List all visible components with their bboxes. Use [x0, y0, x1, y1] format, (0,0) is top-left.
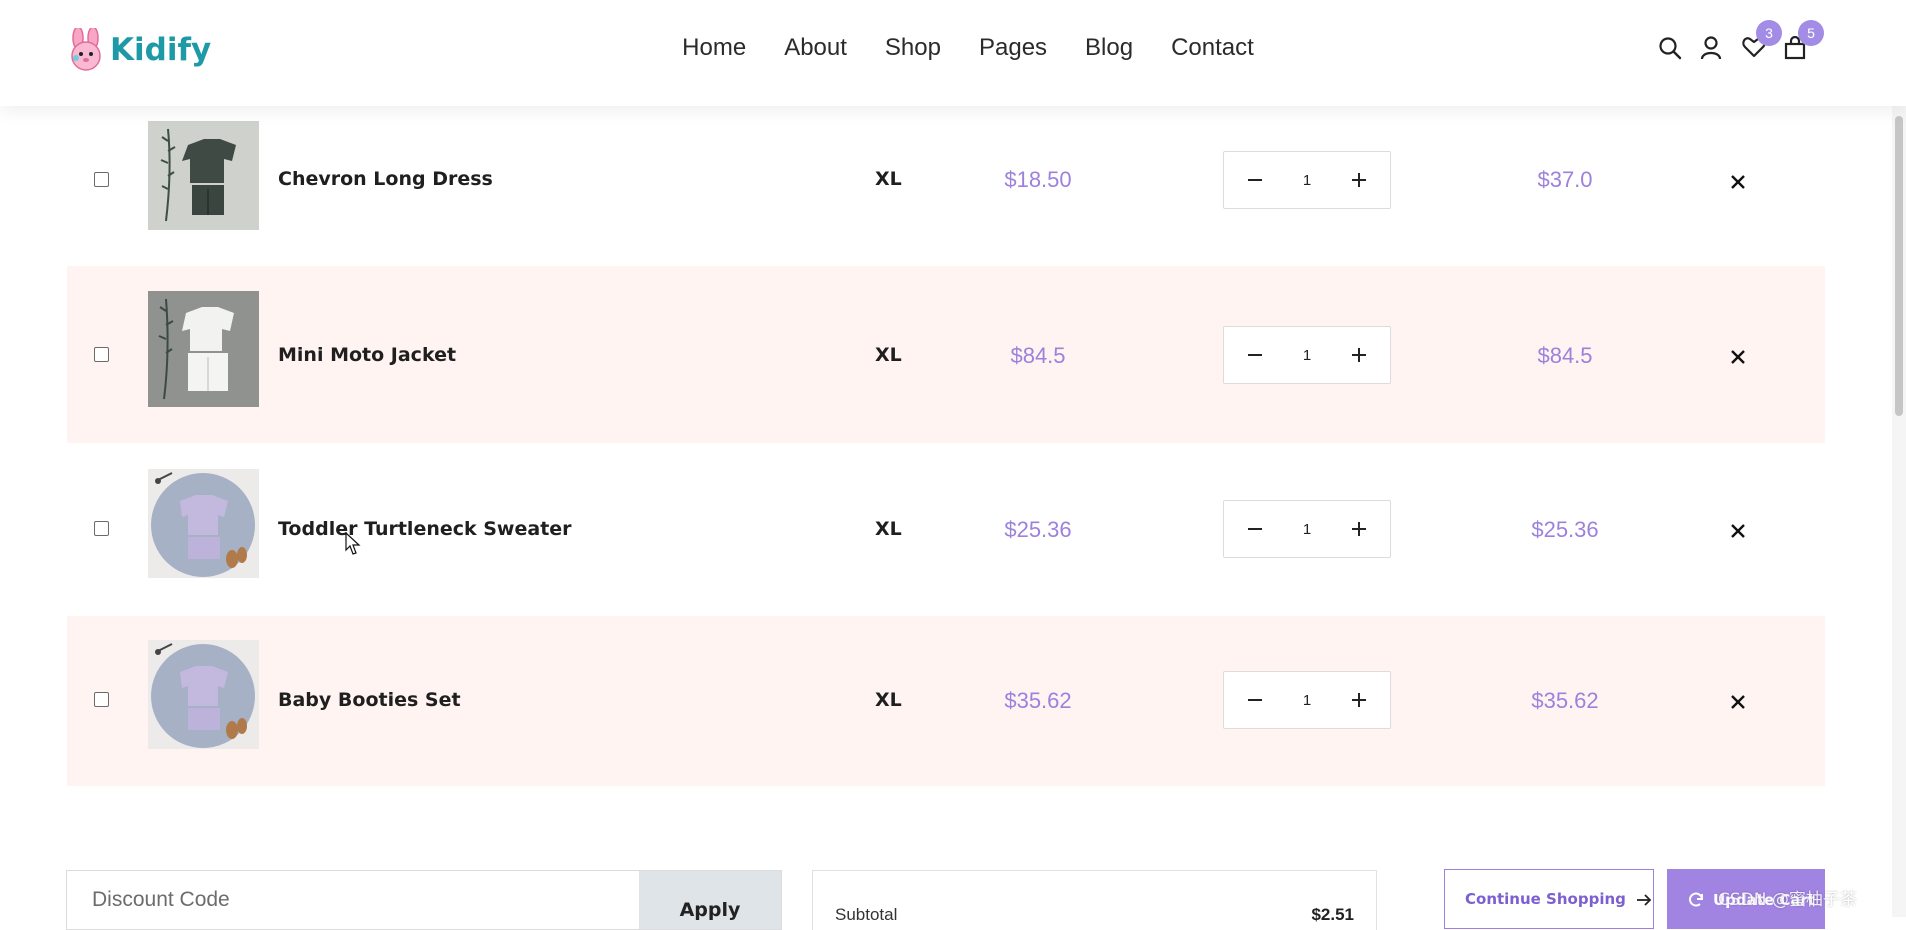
- quantity-value[interactable]: 1: [1303, 347, 1311, 364]
- product-price: $35.62: [1004, 688, 1072, 713]
- minus-icon[interactable]: [1244, 344, 1266, 366]
- arrow-right-icon: [1636, 894, 1652, 906]
- row-select-checkbox[interactable]: [94, 347, 109, 362]
- quantity-stepper: 1: [1223, 671, 1391, 729]
- heart-icon[interactable]: 3: [1742, 20, 1782, 60]
- product-price: $84.5: [1010, 343, 1066, 368]
- nav-home[interactable]: Home: [682, 34, 746, 62]
- product-total: $25.36: [1531, 517, 1599, 542]
- product-name[interactable]: Chevron Long Dress: [278, 168, 493, 190]
- product-name[interactable]: Toddler Turtleneck Sweater: [278, 518, 572, 540]
- plus-icon[interactable]: [1348, 518, 1370, 540]
- product-thumbnail[interactable]: [148, 640, 259, 749]
- continue-shopping-button[interactable]: Continue Shopping: [1444, 869, 1654, 929]
- minus-icon[interactable]: [1244, 169, 1266, 191]
- quantity-stepper: 1: [1223, 326, 1391, 384]
- quantity-stepper: 1: [1223, 500, 1391, 558]
- cart-row: Chevron Long Dress XL $18.50 1 $37.0: [67, 106, 1825, 260]
- product-thumbnail[interactable]: [148, 121, 259, 230]
- discount-code-input[interactable]: [67, 871, 637, 929]
- cart-row: Toddler Turtleneck Sweater XL $25.36 1 $…: [67, 443, 1825, 615]
- quantity-value[interactable]: 1: [1303, 521, 1311, 538]
- remove-item-icon[interactable]: [1728, 347, 1748, 367]
- minus-icon[interactable]: [1244, 689, 1266, 711]
- remove-item-icon[interactable]: [1728, 521, 1748, 541]
- row-select-checkbox[interactable]: [94, 172, 109, 187]
- product-size: XL: [875, 518, 902, 540]
- product-size: XL: [875, 689, 902, 711]
- product-total: $84.5: [1537, 343, 1593, 368]
- page-scrollbar[interactable]: [1892, 106, 1906, 917]
- quantity-value[interactable]: 1: [1303, 692, 1311, 709]
- cart-row: Baby Booties Set XL $35.62 1 $35.62: [67, 616, 1825, 786]
- wishlist-count-badge: 3: [1756, 20, 1782, 46]
- user-icon[interactable]: [1700, 36, 1722, 60]
- minus-icon[interactable]: [1244, 518, 1266, 540]
- remove-item-icon[interactable]: [1728, 172, 1748, 192]
- product-size: XL: [875, 168, 902, 190]
- nav-blog[interactable]: Blog: [1085, 34, 1133, 62]
- plus-icon[interactable]: [1348, 689, 1370, 711]
- cart-summary: Subtotal $2.51: [812, 870, 1377, 930]
- remove-item-icon[interactable]: [1728, 692, 1748, 712]
- product-price: $25.36: [1004, 517, 1072, 542]
- nav-about[interactable]: About: [784, 34, 847, 62]
- header-actions: 3 5: [1658, 20, 1824, 60]
- product-thumbnail[interactable]: [148, 469, 259, 578]
- apply-button[interactable]: Apply: [639, 871, 781, 929]
- product-total: $35.62: [1531, 688, 1599, 713]
- product-name[interactable]: Baby Booties Set: [278, 689, 461, 711]
- row-select-checkbox[interactable]: [94, 521, 109, 536]
- refresh-icon: [1689, 892, 1703, 907]
- continue-shopping-label: Continue Shopping: [1465, 890, 1626, 908]
- nav-shop[interactable]: Shop: [885, 34, 941, 62]
- cart-count-badge: 5: [1798, 20, 1824, 46]
- site-header: Kidify Home About Shop Pages Blog Contac…: [0, 0, 1906, 106]
- product-thumbnail[interactable]: [148, 291, 259, 407]
- plus-icon[interactable]: [1348, 344, 1370, 366]
- product-total: $37.0: [1537, 167, 1593, 192]
- search-icon[interactable]: [1658, 36, 1682, 60]
- cart-row: Mini Moto Jacket XL $84.5 1 $84.5: [67, 266, 1825, 443]
- plus-icon[interactable]: [1348, 169, 1370, 191]
- shopping-bag-icon[interactable]: 5: [1784, 20, 1824, 60]
- mouse-cursor-icon: [345, 532, 361, 555]
- product-price: $18.50: [1004, 167, 1072, 192]
- nav-contact[interactable]: Contact: [1171, 34, 1254, 62]
- product-size: XL: [875, 344, 902, 366]
- nav-pages[interactable]: Pages: [979, 34, 1047, 62]
- watermark-text: CSDN @蜜柚子茶: [1718, 890, 1857, 910]
- product-name[interactable]: Mini Moto Jacket: [278, 344, 456, 366]
- discount-form: Apply: [66, 870, 782, 930]
- quantity-stepper: 1: [1223, 151, 1391, 209]
- row-select-checkbox[interactable]: [94, 692, 109, 707]
- scrollbar-thumb[interactable]: [1895, 116, 1903, 416]
- main-nav: Home About Shop Pages Blog Contact: [0, 34, 1906, 62]
- quantity-value[interactable]: 1: [1303, 172, 1311, 189]
- subtotal-label: Subtotal: [835, 905, 898, 924]
- subtotal-value: $2.51: [1311, 905, 1354, 924]
